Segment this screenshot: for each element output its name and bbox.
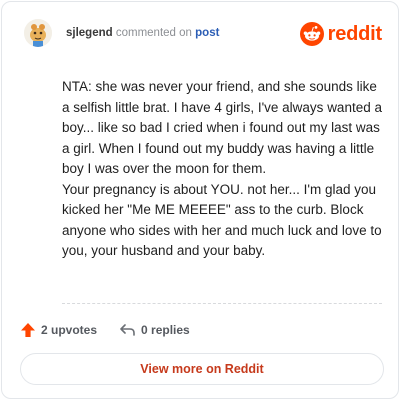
upvote-count: 2 upvotes: [41, 323, 98, 337]
comment-paragraph-1: NTA: she was never your friend, and she …: [62, 79, 382, 176]
action-text: commented on: [115, 27, 192, 39]
comment-paragraph-2: Your pregnancy is about YOU. not her... …: [62, 181, 382, 259]
username-link[interactable]: sjlegend: [66, 27, 113, 39]
reply-button[interactable]: 0 replies: [119, 323, 190, 337]
post-link[interactable]: post: [195, 27, 219, 39]
comment-meta: sjlegend commented on post: [66, 27, 219, 39]
avatar-illustration-icon: [24, 19, 52, 47]
divider: [62, 303, 382, 304]
comment-actions: 2 upvotes 0 replies: [20, 320, 212, 340]
reddit-logo[interactable]: reddit: [299, 19, 383, 49]
upvote-arrow-icon: [21, 323, 35, 337]
avatar[interactable]: [24, 19, 52, 47]
comment-body: NTA: she was never your friend, and she …: [62, 77, 382, 262]
reply-arrow-icon: [120, 324, 135, 336]
upvote-button[interactable]: 2 upvotes: [20, 322, 97, 338]
brand-wordmark: reddit: [327, 22, 383, 45]
reddit-snoo-icon: [299, 22, 324, 46]
comment-card: sjlegend commented on post reddit NTA: s…: [1, 1, 399, 399]
view-more-button[interactable]: View more on Reddit: [20, 353, 384, 385]
reply-count: 0 replies: [141, 323, 190, 337]
comment-header: sjlegend commented on post reddit: [24, 19, 382, 55]
